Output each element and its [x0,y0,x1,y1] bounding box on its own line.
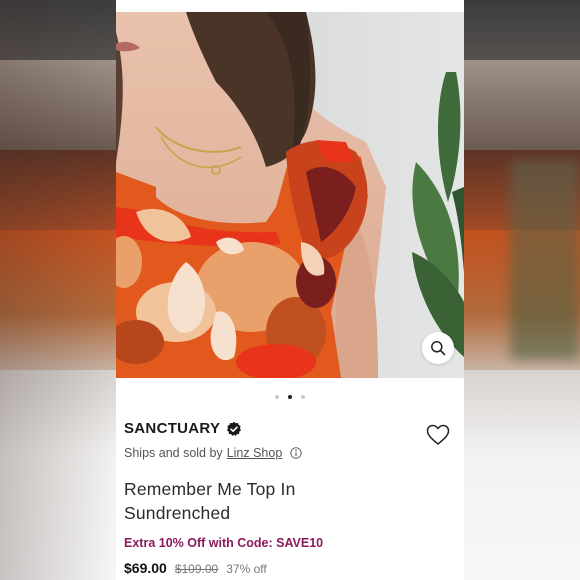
zoom-button[interactable] [422,332,454,364]
original-price: $109.00 [174,562,219,576]
shop-link[interactable]: Linz Shop [227,446,283,460]
model-photo [116,12,464,378]
ships-label: Ships and sold by [124,446,223,460]
heart-icon [426,424,450,445]
brand-name[interactable]: SANCTUARY [124,420,220,437]
promo-code: Extra 10% Off with Code: SAVE10 [124,536,324,550]
carousel-dot-active[interactable] [288,395,292,399]
discount-percent: 37% off [226,562,267,576]
verified-badge-icon [226,421,242,437]
product-title: Remember Me Top In Sundrenched [124,479,296,523]
carousel-dot[interactable] [275,395,279,399]
price-row: $69.00 $109.00 37% off [124,560,456,576]
brand-row: SANCTUARY [124,420,456,437]
carousel-dot[interactable] [301,395,305,399]
info-icon[interactable] [290,447,302,459]
carousel-indicators [116,395,464,401]
current-price: $69.00 [124,560,167,576]
wishlist-button[interactable] [426,424,450,446]
search-icon [431,341,446,356]
product-card: SANCTUARY Ships and sold by Linz Shop Re… [116,0,464,580]
product-image[interactable] [116,12,464,378]
top-strip [116,0,464,12]
ships-sold-by: Ships and sold by Linz Shop [124,446,456,460]
product-info: SANCTUARY Ships and sold by Linz Shop Re… [116,420,464,576]
